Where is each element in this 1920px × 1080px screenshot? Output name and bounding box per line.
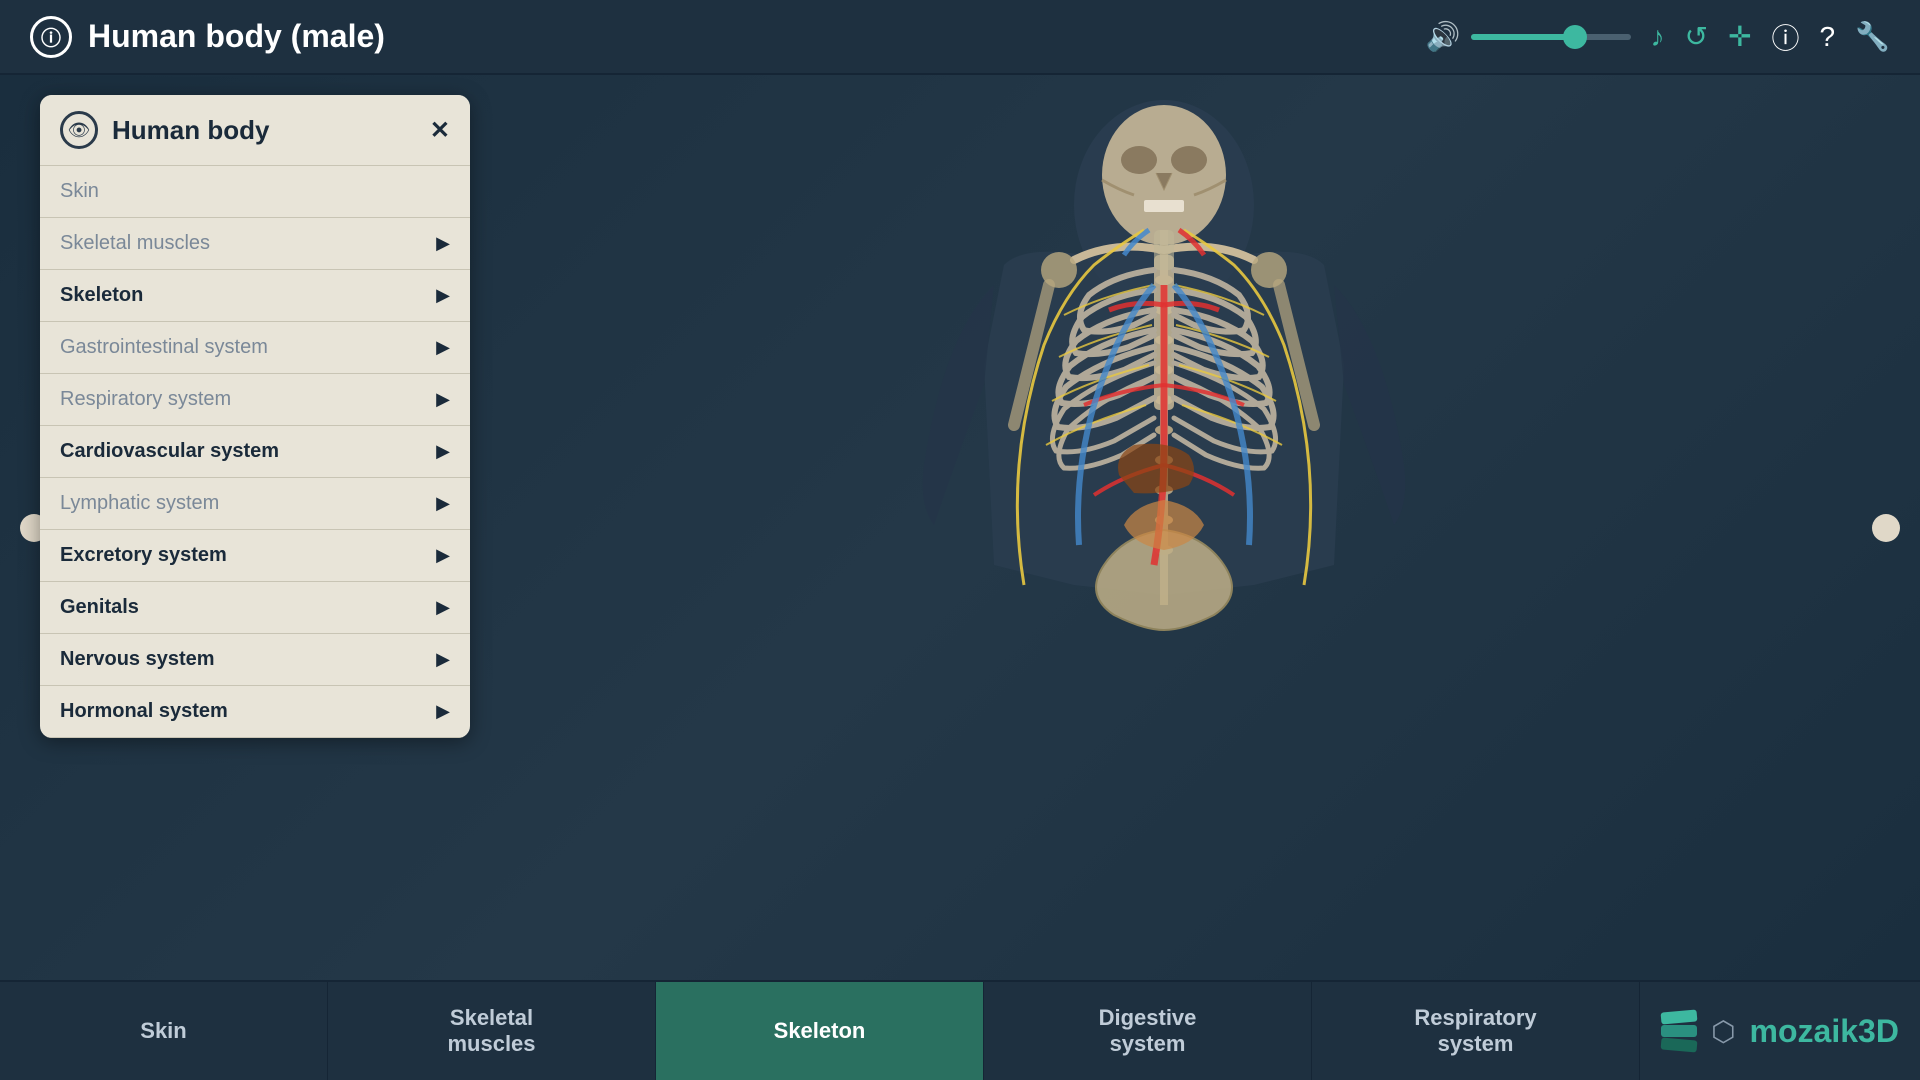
panel-item-skeletal-muscles[interactable]: Skeletal muscles ▶ xyxy=(40,218,470,270)
panel-item-arrow-icon: ▶ xyxy=(436,285,450,306)
panel-item-genitals[interactable]: Genitals ▶ xyxy=(40,582,470,634)
header-left: ⓘ Human body (male) xyxy=(30,16,385,58)
panel-header-left: 👁 Human body xyxy=(60,111,269,149)
brand-text-black: mozaik xyxy=(1750,1013,1858,1049)
panel-item-arrow-icon: ▶ xyxy=(436,649,450,670)
bottom-tab-digestive-system[interactable]: Digestive system xyxy=(984,982,1312,1080)
panel-item-label: Cardiovascular system xyxy=(60,440,279,463)
main-viewport: 👁 Human body ✕ SkinSkeletal muscles▶Skel… xyxy=(0,75,1920,980)
app-header: ⓘ Human body (male) 🔊 ♪ ↺ ✛ ⓘ ? 🔧 xyxy=(0,0,1920,75)
bottom-tab-respiratory-system[interactable]: Respiratory system xyxy=(1312,982,1640,1080)
panel-item-arrow-icon: ▶ xyxy=(436,233,450,254)
panel-close-button[interactable]: ✕ xyxy=(430,116,450,145)
header-toolbar: 🔊 ♪ ↺ ✛ ⓘ ? 🔧 xyxy=(1426,17,1890,57)
panel-item-hormonal-system[interactable]: Hormonal system ▶ xyxy=(40,686,470,738)
panel-item-label: Lymphatic system xyxy=(60,492,219,515)
panel-item-skin[interactable]: Skin xyxy=(40,166,470,218)
panel-item-arrow-icon: ▶ xyxy=(436,545,450,566)
body-systems-panel: 👁 Human body ✕ SkinSkeletal muscles▶Skel… xyxy=(40,95,470,738)
panel-item-label: Skeleton xyxy=(60,284,143,307)
brand-logo xyxy=(1661,1011,1697,1051)
panel-item-gastrointestinal-system[interactable]: Gastrointestinal system ▶ xyxy=(40,322,470,374)
settings-icon[interactable]: 🔧 xyxy=(1855,20,1890,53)
bottom-navigation: SkinSkeletal musclesSkeletonDigestive sy… xyxy=(0,980,1920,1080)
brand-name: mozaik3D xyxy=(1750,1013,1899,1050)
panel-eye-icon: 👁 xyxy=(60,111,98,149)
panel-item-arrow-icon: ▶ xyxy=(436,701,450,722)
brand-area: ⬡ mozaik3D xyxy=(1640,982,1920,1080)
brand-layer-top xyxy=(1661,1009,1698,1024)
music-icon[interactable]: ♪ xyxy=(1651,21,1665,53)
panel-item-label: Hormonal system xyxy=(60,700,228,723)
bottom-tab-skeletal-muscles[interactable]: Skeletal muscles xyxy=(328,982,656,1080)
volume-thumb[interactable] xyxy=(1563,25,1587,49)
panel-title: Human body xyxy=(112,115,269,146)
panel-item-nervous-system[interactable]: Nervous system ▶ xyxy=(40,634,470,686)
volume-control[interactable]: 🔊 xyxy=(1426,20,1631,53)
panel-header: 👁 Human body ✕ xyxy=(40,95,470,166)
panel-item-arrow-icon: ▶ xyxy=(436,597,450,618)
bottom-tabs: SkinSkeletal musclesSkeletonDigestive sy… xyxy=(0,982,1640,1080)
panel-item-cardiovascular-system[interactable]: Cardiovascular system ▶ xyxy=(40,426,470,478)
right-nav-dot[interactable] xyxy=(1872,514,1900,542)
panel-item-skeleton[interactable]: Skeleton ▶ xyxy=(40,270,470,322)
bottom-tab-skin[interactable]: Skin xyxy=(0,982,328,1080)
vr-icon[interactable]: ⬡ xyxy=(1711,1015,1735,1048)
bottom-tab-skeleton[interactable]: Skeleton xyxy=(656,982,984,1080)
body-visualization[interactable] xyxy=(824,85,1504,990)
volume-fill xyxy=(1471,34,1575,40)
panel-item-label: Excretory system xyxy=(60,544,227,567)
brand-layer-mid xyxy=(1661,1025,1697,1037)
header-info-icon[interactable]: ⓘ xyxy=(30,16,72,58)
help-icon[interactable]: ? xyxy=(1820,21,1836,53)
panel-item-arrow-icon: ▶ xyxy=(436,337,450,358)
app-title: Human body (male) xyxy=(88,18,385,55)
panel-item-label: Genitals xyxy=(60,596,139,619)
panel-item-label: Skin xyxy=(60,180,99,203)
move-icon[interactable]: ✛ xyxy=(1728,20,1751,53)
panel-item-lymphatic-system[interactable]: Lymphatic system ▶ xyxy=(40,478,470,530)
panel-item-arrow-icon: ▶ xyxy=(436,441,450,462)
panel-item-label: Respiratory system xyxy=(60,388,231,411)
panel-item-arrow-icon: ▶ xyxy=(436,493,450,514)
volume-icon: 🔊 xyxy=(1426,20,1461,53)
panel-items-list: SkinSkeletal muscles▶Skeleton▶Gastrointe… xyxy=(40,166,470,738)
panel-item-excretory-system[interactable]: Excretory system ▶ xyxy=(40,530,470,582)
panel-item-label: Nervous system xyxy=(60,648,215,671)
volume-slider[interactable] xyxy=(1471,34,1631,40)
panel-item-arrow-icon: ▶ xyxy=(436,389,450,410)
info-icon[interactable]: ⓘ xyxy=(1772,17,1800,57)
panel-item-respiratory-system[interactable]: Respiratory system ▶ xyxy=(40,374,470,426)
brand-layer-bot xyxy=(1661,1037,1698,1052)
panel-item-label: Skeletal muscles xyxy=(60,232,210,255)
panel-item-label: Gastrointestinal system xyxy=(60,336,268,359)
brand-text-accent: 3D xyxy=(1858,1013,1899,1049)
reset-icon[interactable]: ↺ xyxy=(1685,20,1708,53)
